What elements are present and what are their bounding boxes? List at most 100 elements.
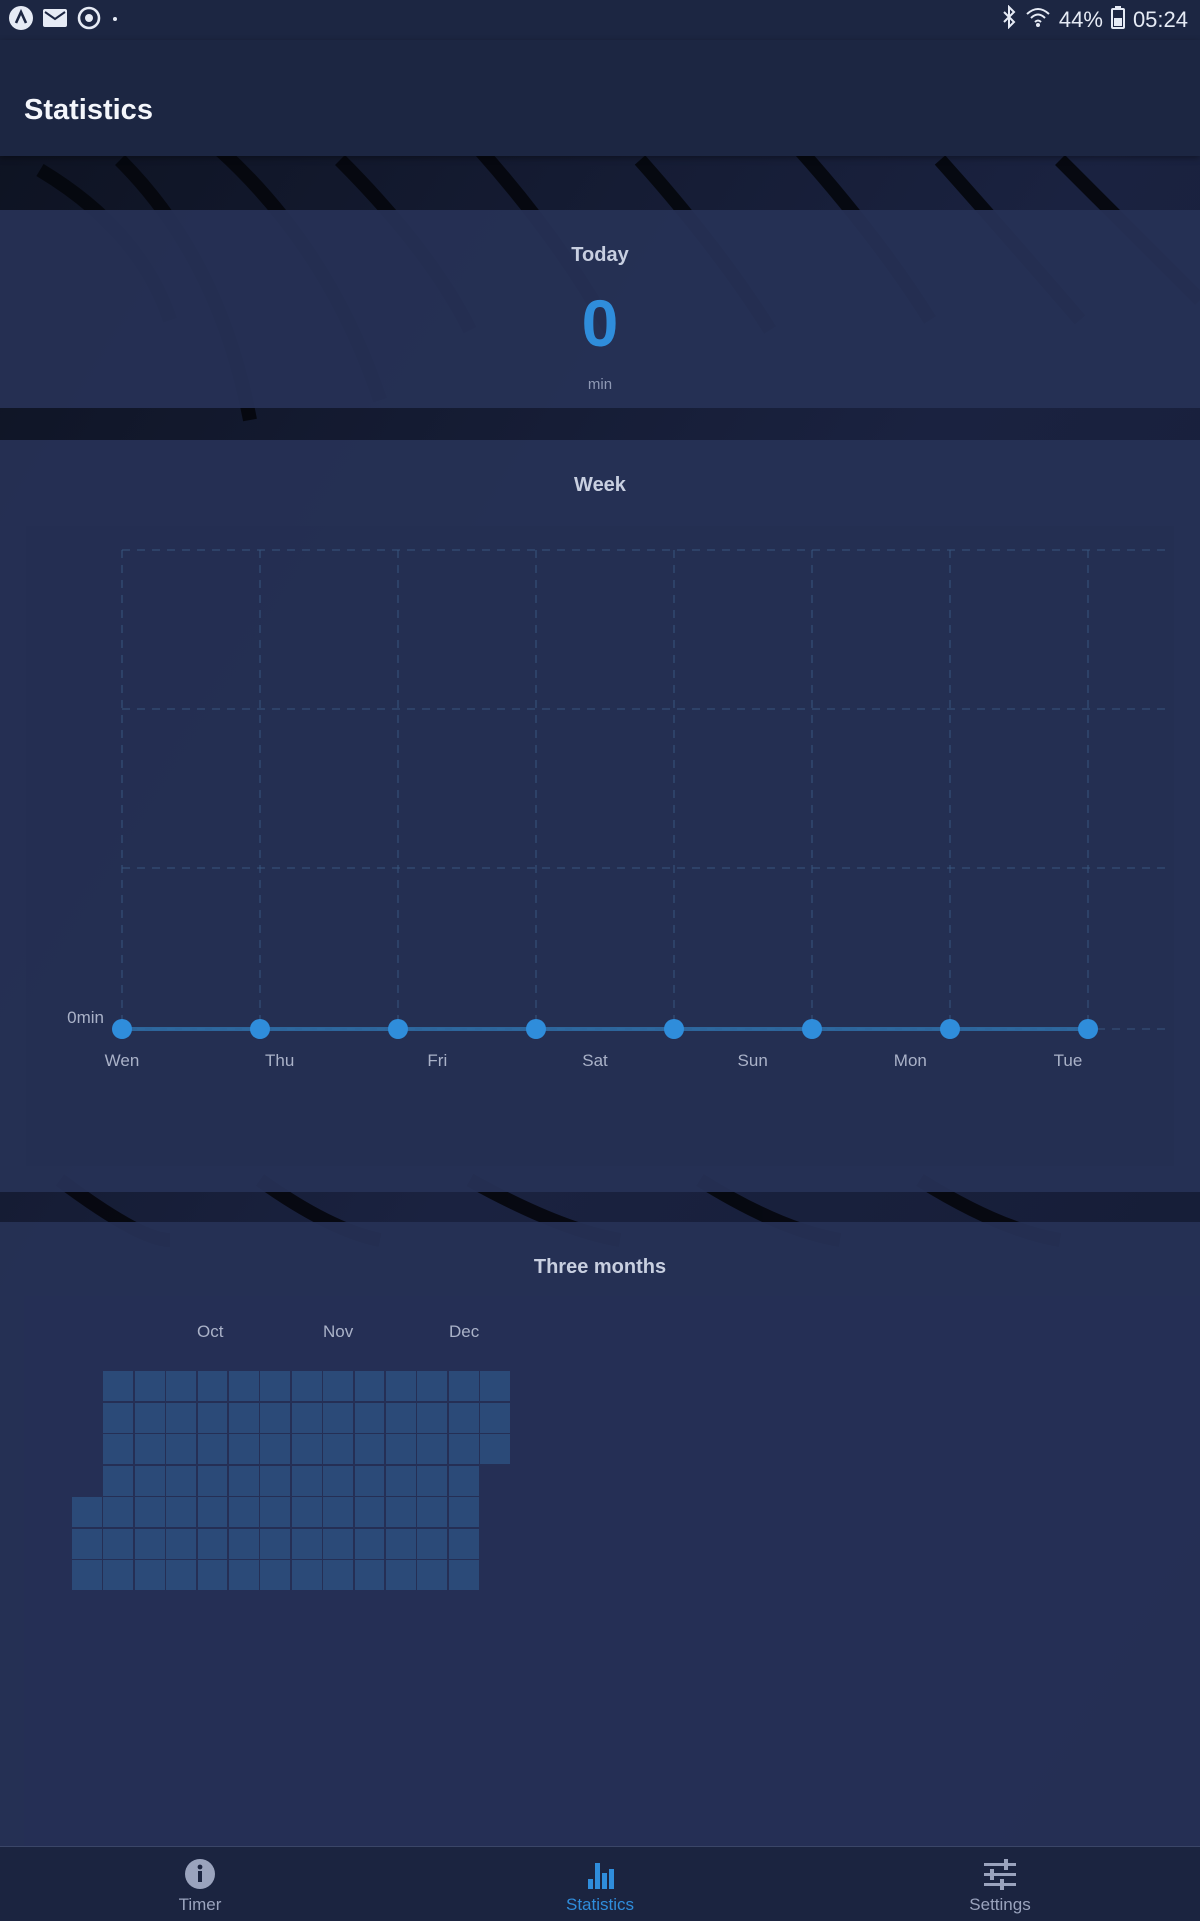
heatmap-cell (197, 1560, 228, 1590)
week-chart: 0min Wen Thu Fri Sat Sun Mon Tue (67, 549, 1168, 1070)
three-months-title: Three months (533, 1256, 667, 1278)
heatmap-cell (354, 1497, 385, 1527)
heatmap-cell (480, 1402, 511, 1433)
x-tick-label: Fri (427, 1051, 447, 1070)
heatmap-cell (354, 1560, 385, 1590)
heatmap-cell (260, 1465, 291, 1496)
month-label-dec: Dec (449, 1322, 480, 1341)
heatmap-cell (323, 1560, 354, 1590)
heatmap-cell (448, 1434, 479, 1464)
data-point (250, 1019, 270, 1039)
heatmap-cell (260, 1528, 291, 1559)
heatmap-cell (229, 1528, 259, 1559)
heatmap-cell (260, 1402, 291, 1433)
heatmap-cell (386, 1560, 416, 1590)
heatmap-cell (448, 1560, 479, 1590)
heatmap-cell (103, 1497, 134, 1527)
heatmap-cell (103, 1560, 134, 1590)
nav-timer[interactable]: Timer (100, 1847, 300, 1921)
heatmap-cell (417, 1402, 448, 1433)
heatmap-cell (480, 1371, 511, 1401)
month-label-oct: Oct (197, 1322, 224, 1341)
heatmap-cell (134, 1465, 165, 1496)
heatmap-cell (103, 1434, 134, 1464)
x-tick-label: Mon (894, 1051, 927, 1070)
heatmap-cell (229, 1402, 259, 1433)
heatmap-cell (134, 1528, 165, 1559)
heatmap-cell (448, 1465, 479, 1496)
sliders-icon (984, 1859, 1016, 1890)
info-icon (185, 1859, 215, 1889)
heatmap-cell (291, 1434, 322, 1464)
heatmap-cell (386, 1528, 416, 1559)
heatmap-cell (72, 1497, 102, 1527)
heatmap-cell (323, 1371, 354, 1401)
nav-settings[interactable]: Settings (900, 1847, 1100, 1921)
heatmap-cell (134, 1560, 165, 1590)
heatmap-cell (448, 1402, 479, 1433)
heatmap-cell (197, 1371, 228, 1401)
x-tick-label: Sun (738, 1051, 768, 1070)
heatmap-cell (260, 1560, 291, 1590)
heatmap-cell (134, 1434, 165, 1464)
nav-timer-label: Timer (178, 1895, 222, 1914)
heatmap-cell (166, 1528, 197, 1559)
x-tick-label: Sat (582, 1051, 608, 1070)
heatmap-cell (166, 1465, 197, 1496)
data-point (1078, 1019, 1098, 1039)
heatmap-cell (197, 1434, 228, 1464)
heatmap-cell (134, 1497, 165, 1527)
heatmap-cell (291, 1371, 322, 1401)
heatmap-cell (229, 1371, 259, 1401)
heatmap-cell (260, 1434, 291, 1464)
heatmap-cell (386, 1497, 416, 1527)
heatmap-cell (386, 1402, 416, 1433)
x-tick-label: Wen (105, 1051, 140, 1070)
nav-statistics[interactable]: Statistics (500, 1847, 700, 1921)
heatmap-cell (417, 1560, 448, 1590)
data-point (112, 1019, 132, 1039)
heatmap-cell (166, 1560, 197, 1590)
heatmap-cell (448, 1497, 479, 1527)
heatmap-cell (229, 1434, 259, 1464)
heatmap-cell (323, 1402, 354, 1433)
heatmap-cell (134, 1371, 165, 1401)
heatmap-cell (197, 1402, 228, 1433)
heatmap-cell (354, 1465, 385, 1496)
heatmap-cell (72, 1528, 102, 1559)
heatmap-cell (323, 1497, 354, 1527)
heatmap-cell (448, 1371, 479, 1401)
heatmap-cell (323, 1465, 354, 1496)
data-point (664, 1019, 684, 1039)
heatmap-cell (166, 1371, 197, 1401)
heatmap-cell (103, 1528, 134, 1559)
heatmap-cell (417, 1465, 448, 1496)
heatmap-cell (260, 1371, 291, 1401)
heatmap-cell (480, 1434, 511, 1464)
heatmap-cell (260, 1497, 291, 1527)
heatmap-cell (291, 1497, 322, 1527)
heatmap-cell (103, 1402, 134, 1433)
heatmap-cell (72, 1560, 102, 1590)
heatmap-cell (386, 1465, 416, 1496)
heatmap-cell (323, 1528, 354, 1559)
heatmap-cell (417, 1434, 448, 1464)
data-point (526, 1019, 546, 1039)
heatmap-cell (291, 1465, 322, 1496)
y-tick-label: 0min (67, 1008, 104, 1027)
data-point (940, 1019, 960, 1039)
bar-chart-icon (588, 1863, 614, 1889)
heatmap-cell (354, 1402, 385, 1433)
heatmap-cell (291, 1560, 322, 1590)
heatmap-cell (354, 1528, 385, 1559)
month-label-nov: Nov (323, 1322, 354, 1341)
x-tick-label: Tue (1054, 1051, 1083, 1070)
bottom-navigation: Timer Statistics Settings (0, 1846, 1200, 1921)
heatmap-cell (229, 1497, 259, 1527)
heatmap-cell (166, 1434, 197, 1464)
nav-settings-label: Settings (969, 1895, 1031, 1914)
heatmap-cell (323, 1434, 354, 1464)
heatmap-cell (417, 1497, 448, 1527)
data-point (802, 1019, 822, 1039)
heatmap-cell (386, 1371, 416, 1401)
